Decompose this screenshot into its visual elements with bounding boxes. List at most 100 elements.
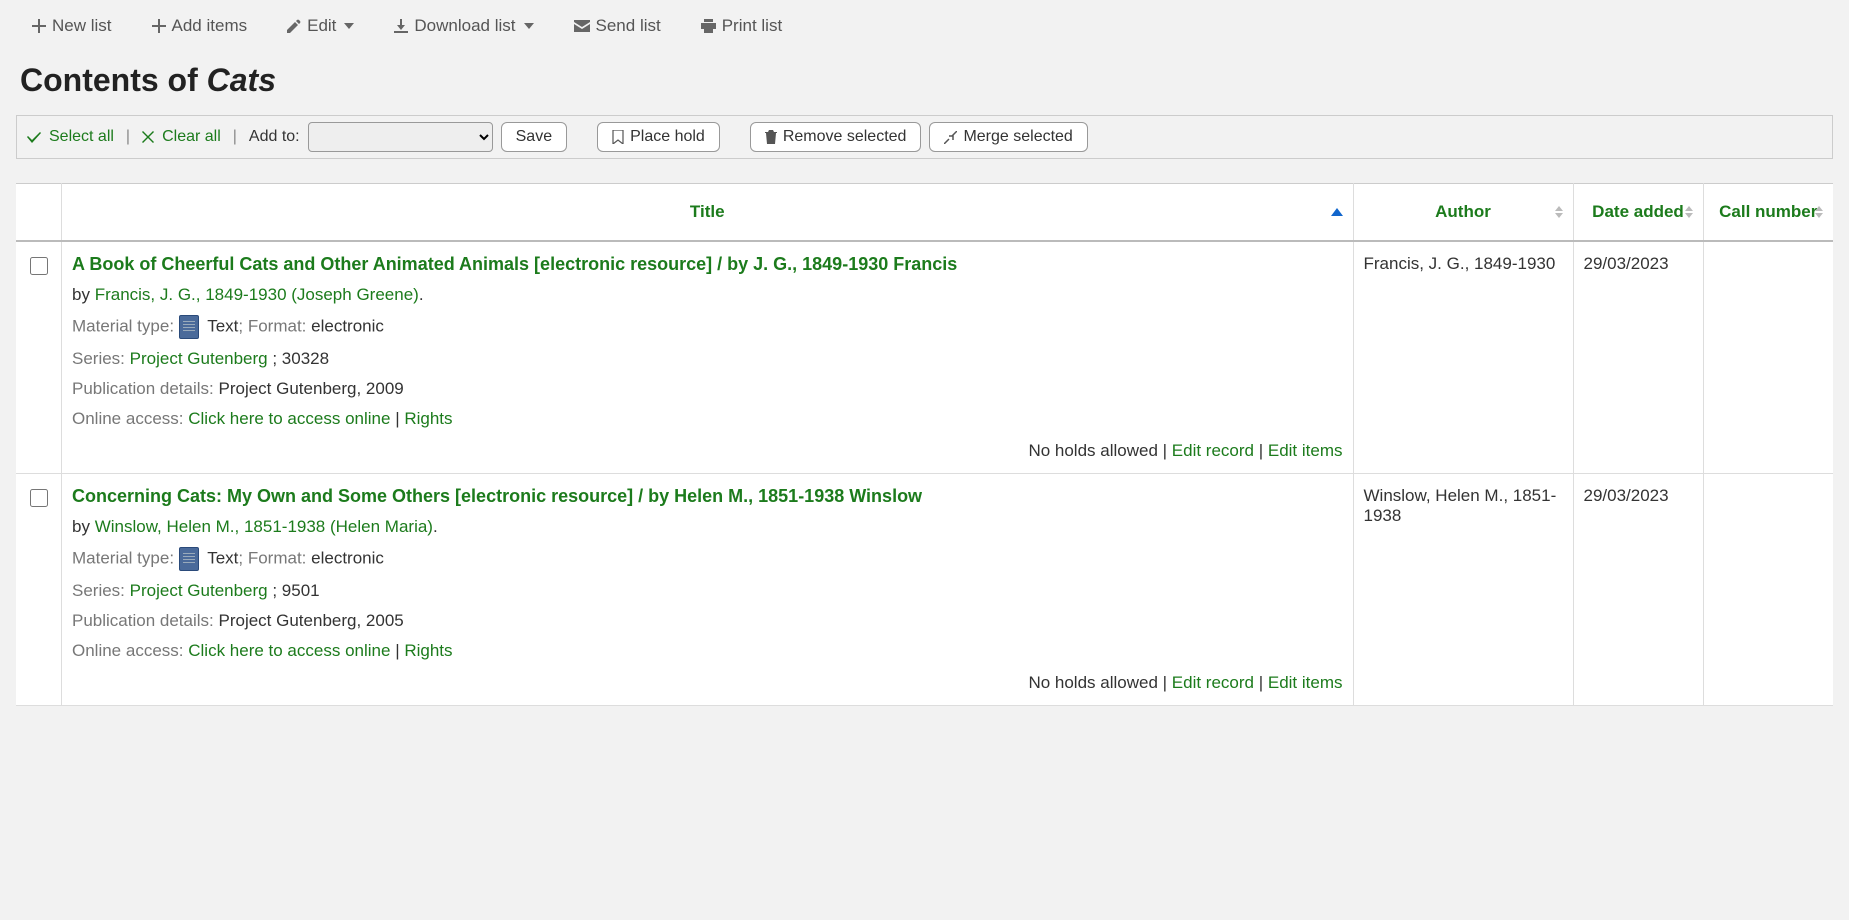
table-row: Concerning Cats: My Own and Some Others …	[16, 474, 1833, 706]
access-online-link[interactable]: Click here to access online	[188, 641, 390, 660]
plus-icon	[152, 19, 166, 33]
remove-selected-label: Remove selected	[783, 128, 907, 146]
records-table: Title Author Date added Call number A Bo…	[16, 183, 1833, 706]
send-label: Send list	[596, 16, 661, 36]
record-title-link[interactable]: A Book of Cheerful Cats and Other Animat…	[72, 254, 957, 274]
table-row: A Book of Cheerful Cats and Other Animat…	[16, 241, 1833, 474]
column-author[interactable]: Author	[1353, 184, 1573, 242]
check-icon	[27, 131, 41, 143]
author-link[interactable]: Winslow, Helen M., 1851-1938 (Helen Mari…	[95, 517, 433, 536]
by-label: by	[72, 285, 90, 304]
merge-selected-button[interactable]: Merge selected	[929, 122, 1087, 152]
date-added-cell: 29/03/2023	[1573, 241, 1703, 474]
text-icon	[179, 315, 199, 339]
action-bar: Select all | Clear all | Add to: Save Pl…	[16, 115, 1833, 159]
series-link[interactable]: Project Gutenberg	[130, 581, 268, 600]
pencil-icon	[287, 19, 301, 33]
page-title-prefix: Contents of	[20, 62, 207, 98]
call-number-cell	[1703, 241, 1833, 474]
author-link[interactable]: Francis, J. G., 1849-1930 (Joseph Greene…	[95, 285, 419, 304]
material-type-value: Text	[207, 548, 238, 567]
edit-items-link[interactable]: Edit items	[1268, 441, 1343, 460]
print-label: Print list	[722, 16, 782, 36]
format-label: Format:	[248, 316, 307, 335]
author-cell: Francis, J. G., 1849-1930	[1353, 241, 1573, 474]
call-number-cell	[1703, 474, 1833, 706]
add-items-label: Add items	[172, 16, 248, 36]
print-list-button[interactable]: Print list	[701, 16, 782, 36]
edit-label: Edit	[307, 16, 336, 36]
format-value: electronic	[311, 316, 384, 335]
format-value: electronic	[311, 548, 384, 567]
send-list-button[interactable]: Send list	[574, 16, 661, 36]
material-type-label: Material type:	[72, 316, 174, 335]
column-title[interactable]: Title	[62, 184, 1354, 242]
format-label: Format:	[248, 548, 307, 567]
chevron-down-icon	[524, 23, 534, 29]
remove-selected-button[interactable]: Remove selected	[750, 122, 922, 152]
edit-dropdown[interactable]: Edit	[287, 16, 354, 36]
column-call-number[interactable]: Call number	[1703, 184, 1833, 242]
no-holds-text: No holds allowed	[1028, 673, 1157, 692]
series-link[interactable]: Project Gutenberg	[130, 349, 268, 368]
series-label: Series:	[72, 581, 125, 600]
save-button[interactable]: Save	[501, 122, 567, 152]
rights-link[interactable]: Rights	[404, 409, 452, 428]
new-list-button[interactable]: New list	[32, 16, 112, 36]
plus-icon	[32, 19, 46, 33]
record-title-link[interactable]: Concerning Cats: My Own and Some Others …	[72, 486, 922, 506]
page-title: Contents of Cats	[20, 62, 1829, 99]
place-hold-button[interactable]: Place hold	[597, 122, 720, 152]
rights-link[interactable]: Rights	[404, 641, 452, 660]
add-to-select[interactable]	[308, 122, 493, 152]
date-added-cell: 29/03/2023	[1573, 474, 1703, 706]
text-icon	[179, 547, 199, 571]
publication-label: Publication details:	[72, 379, 214, 398]
sort-icon	[1815, 206, 1823, 218]
download-dropdown[interactable]: Download list	[394, 16, 533, 36]
chevron-down-icon	[344, 23, 354, 29]
edit-record-link[interactable]: Edit record	[1172, 673, 1254, 692]
series-suffix: ; 30328	[268, 349, 329, 368]
sort-icon	[1555, 206, 1563, 218]
column-date-added[interactable]: Date added	[1573, 184, 1703, 242]
material-type-label: Material type:	[72, 548, 174, 567]
envelope-icon	[574, 20, 590, 32]
online-access-label: Online access:	[72, 641, 184, 660]
place-hold-label: Place hold	[630, 128, 705, 146]
merge-icon	[944, 131, 957, 144]
edit-record-link[interactable]: Edit record	[1172, 441, 1254, 460]
list-name: Cats	[207, 62, 276, 98]
material-type-value: Text	[207, 316, 238, 335]
online-access-label: Online access:	[72, 409, 184, 428]
access-online-link[interactable]: Click here to access online	[188, 409, 390, 428]
trash-icon	[765, 130, 777, 144]
new-list-label: New list	[52, 16, 112, 36]
download-label: Download list	[414, 16, 515, 36]
sort-asc-icon	[1331, 208, 1343, 216]
print-icon	[701, 19, 716, 33]
clear-all-link[interactable]: Clear all	[162, 128, 221, 146]
no-holds-text: No holds allowed	[1028, 441, 1157, 460]
author-cell: Winslow, Helen M., 1851-1938	[1353, 474, 1573, 706]
top-toolbar: New list Add items Edit Download list Se…	[16, 8, 1833, 44]
edit-items-link[interactable]: Edit items	[1268, 673, 1343, 692]
series-label: Series:	[72, 349, 125, 368]
publication-value: Project Gutenberg, 2009	[219, 379, 404, 398]
download-icon	[394, 19, 408, 33]
publication-value: Project Gutenberg, 2005	[219, 611, 404, 630]
series-suffix: ; 9501	[268, 581, 320, 600]
publication-label: Publication details:	[72, 611, 214, 630]
save-label: Save	[516, 128, 552, 146]
bookmark-icon	[612, 130, 624, 144]
by-label: by	[72, 517, 90, 536]
row-checkbox[interactable]	[30, 257, 48, 275]
column-checkbox	[16, 184, 62, 242]
row-checkbox[interactable]	[30, 489, 48, 507]
x-icon	[142, 131, 154, 143]
select-all-link[interactable]: Select all	[49, 128, 114, 146]
sort-icon	[1685, 206, 1693, 218]
merge-selected-label: Merge selected	[963, 128, 1072, 146]
add-items-button[interactable]: Add items	[152, 16, 248, 36]
add-to-label: Add to:	[249, 128, 300, 146]
